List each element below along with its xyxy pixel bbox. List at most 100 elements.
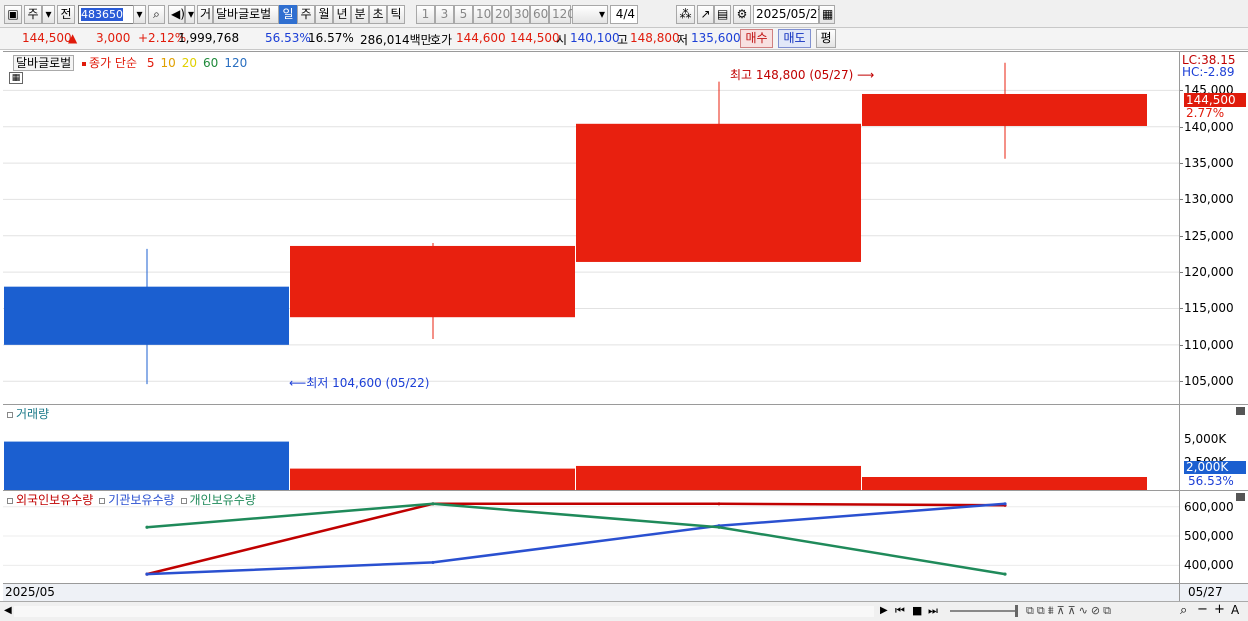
volume-y-axis[interactable]: 5,000K 2,500K 2,000K 56.53% bbox=[1179, 404, 1248, 490]
stop-icon[interactable]: ■ bbox=[912, 604, 922, 617]
compare-icon[interactable]: ⁂ bbox=[676, 5, 695, 24]
price-y-axis[interactable]: LC:38.15 HC:-2.89 145,000 140,000 135,000 1… bbox=[1179, 51, 1248, 404]
draw-tool-icon[interactable]: ↗ bbox=[697, 5, 714, 24]
legend-ma-label: 종가 단순 bbox=[89, 56, 138, 70]
period-button-1[interactable]: 주 bbox=[297, 5, 315, 24]
code-dropdown-icon[interactable]: ▾ bbox=[133, 5, 146, 24]
interval-button-3[interactable]: 10 bbox=[473, 5, 492, 24]
holdings-legend: 외국인보유수량 기관보유수량 개인보유수량 bbox=[7, 491, 256, 508]
legend-ma-2[interactable]: 20 bbox=[182, 56, 197, 70]
zoom-slider[interactable] bbox=[950, 610, 1016, 612]
holdings-point bbox=[717, 525, 721, 529]
period-button-2[interactable]: 월 bbox=[315, 5, 333, 24]
sell-button[interactable]: 매도 bbox=[778, 29, 811, 48]
price-tick-mark bbox=[1180, 381, 1183, 383]
volume-bar bbox=[290, 468, 575, 491]
save-icon[interactable]: ▤ bbox=[714, 5, 731, 24]
interval-button-5[interactable]: 30 bbox=[511, 5, 530, 24]
volume-toggle-button[interactable]: 거 bbox=[197, 5, 213, 24]
interval-button-2[interactable]: 5 bbox=[454, 5, 473, 24]
volume-bar bbox=[4, 441, 289, 491]
price-tick-mark bbox=[1180, 126, 1183, 128]
legend-ma-4[interactable]: 120 bbox=[224, 56, 247, 70]
pane-marker-icon bbox=[7, 411, 13, 418]
window-menu-icon[interactable]: ▣ bbox=[4, 5, 22, 24]
interval-button-6[interactable]: 60 bbox=[530, 5, 549, 24]
min-price-annotation: ⟵최저 104,600 (05/22) bbox=[289, 376, 430, 390]
holdings-y-axis[interactable]: 600,000 500,000 400,000 bbox=[1179, 490, 1248, 583]
quote-bar: 144,500 ▲ 3,000 +2.12% 1,999,768 56.53% … bbox=[0, 28, 1248, 50]
search-icon[interactable]: ⌕ bbox=[148, 5, 165, 24]
period-button-5[interactable]: 초 bbox=[369, 5, 387, 24]
settings-gear-icon[interactable]: ⚙ bbox=[733, 5, 751, 24]
pane-maximize-icon[interactable] bbox=[1236, 493, 1245, 501]
legend-ma-0[interactable]: 5 bbox=[147, 56, 155, 70]
ask-price: 144,600 bbox=[456, 31, 506, 45]
scroll-left-icon[interactable]: ◀ bbox=[4, 605, 12, 616]
zoom-out-icon[interactable]: − bbox=[1197, 602, 1208, 617]
font-size-icon[interactable]: A bbox=[1231, 603, 1239, 617]
price-tick-mark bbox=[1180, 272, 1183, 274]
page-counter: 4/4 bbox=[610, 5, 638, 24]
legend-stock-name[interactable]: 달바글로벌 bbox=[13, 55, 75, 71]
holdings-legend-label[interactable]: 외국인보유수량 bbox=[16, 493, 93, 507]
turnover-rate: 16.57% bbox=[308, 31, 354, 45]
speaker-icon[interactable]: ◀) bbox=[168, 5, 185, 24]
zoom-in-icon[interactable]: + bbox=[1214, 602, 1225, 617]
interval-button-4[interactable]: 20 bbox=[492, 5, 511, 24]
price-tick: 130,000 bbox=[1184, 192, 1234, 207]
horizontal-scrollbar[interactable] bbox=[14, 606, 874, 617]
rewind-icon[interactable]: ⏮ bbox=[895, 604, 905, 618]
interval-button-1[interactable]: 3 bbox=[435, 5, 454, 24]
low-price: 135,600 bbox=[691, 31, 741, 45]
volume-bar bbox=[576, 465, 861, 491]
stock-type-selector[interactable]: 주 bbox=[24, 5, 42, 24]
volume-chart-pane[interactable]: 거래량 1,999,768주(56.53%) bbox=[3, 404, 1179, 491]
interval-button-0[interactable]: 1 bbox=[416, 5, 435, 24]
zoom-slider-handle[interactable] bbox=[1015, 605, 1018, 617]
volume-value: 1,999,768 bbox=[178, 31, 240, 45]
period-button-3[interactable]: 년 bbox=[333, 5, 351, 24]
series-marker-icon bbox=[7, 497, 13, 504]
holdings-point bbox=[717, 502, 721, 506]
max-price-annotation: 최고 148,800 (05/27) ⟶ bbox=[730, 68, 875, 82]
zoom-icon[interactable]: ⌕ bbox=[1180, 603, 1187, 618]
holdings-chart-pane[interactable]: 외국인보유수량 기관보유수량 개인보유수량 bbox=[3, 490, 1179, 583]
stock-type-dropdown-icon[interactable]: ▾ bbox=[42, 5, 55, 24]
candle-body bbox=[576, 123, 861, 262]
interval-button-7[interactable]: 120 bbox=[549, 5, 575, 24]
price-change: 3,000 bbox=[96, 31, 131, 45]
period-button-6[interactable]: 틱 bbox=[387, 5, 405, 24]
legend-ma-1[interactable]: 10 bbox=[160, 56, 175, 70]
holdings-tick: 500,000 bbox=[1184, 529, 1234, 544]
calendar-icon[interactable]: ▦ bbox=[819, 5, 835, 24]
arrow-left-icon: ⟵ bbox=[289, 376, 307, 390]
holdings-point bbox=[431, 560, 435, 565]
price-tick-mark bbox=[1180, 90, 1183, 92]
stock-code-input[interactable]: 483650 bbox=[78, 5, 134, 24]
speaker-dropdown-icon[interactable]: ▾ bbox=[185, 5, 195, 24]
evaluation-button[interactable]: 평 bbox=[816, 29, 836, 48]
custom-interval-select[interactable]: ▾ bbox=[572, 5, 608, 24]
table-grid-icon[interactable]: ▦ bbox=[9, 72, 23, 84]
buy-button[interactable]: 매수 bbox=[740, 29, 773, 48]
holdings-point bbox=[431, 502, 435, 506]
holdings-legend-label[interactable]: 개인보유수량 bbox=[190, 493, 256, 507]
scroll-right-icon[interactable]: ▶ bbox=[880, 605, 888, 616]
holdings-point bbox=[145, 572, 149, 576]
series-marker-icon bbox=[180, 497, 187, 504]
price-chart-pane[interactable]: 달바글로벌 종가 단순 5 10 20 60 120 ▦ 최고 148,800 (05/… bbox=[3, 51, 1179, 404]
pane-maximize-icon[interactable] bbox=[1236, 407, 1245, 415]
current-pct-label: 2.77% bbox=[1186, 106, 1225, 120]
bottom-control-bar: ◀ ▶ ⏮ ■ ⏭ ⧉⧉⩩⊼⊼∿⊘⧉ ⌕ − + A bbox=[0, 601, 1248, 621]
market-selector[interactable]: 전 bbox=[57, 5, 75, 24]
ma-period-list: 5 10 20 60 120 bbox=[141, 56, 247, 70]
high-price: 148,800 bbox=[630, 31, 680, 45]
date-input[interactable]: 2025/05/27 bbox=[753, 5, 825, 24]
period-button-4[interactable]: 분 bbox=[351, 5, 369, 24]
legend-ma-3[interactable]: 60 bbox=[203, 56, 218, 70]
holdings-legend-label[interactable]: 기관보유수량 bbox=[108, 493, 174, 507]
forward-icon[interactable]: ⏭ bbox=[928, 604, 938, 618]
period-button-0[interactable]: 일 bbox=[279, 5, 297, 24]
drawing-tools-icon[interactable]: ⧉⧉⩩⊼⊼∿⊘⧉ bbox=[1026, 604, 1114, 618]
